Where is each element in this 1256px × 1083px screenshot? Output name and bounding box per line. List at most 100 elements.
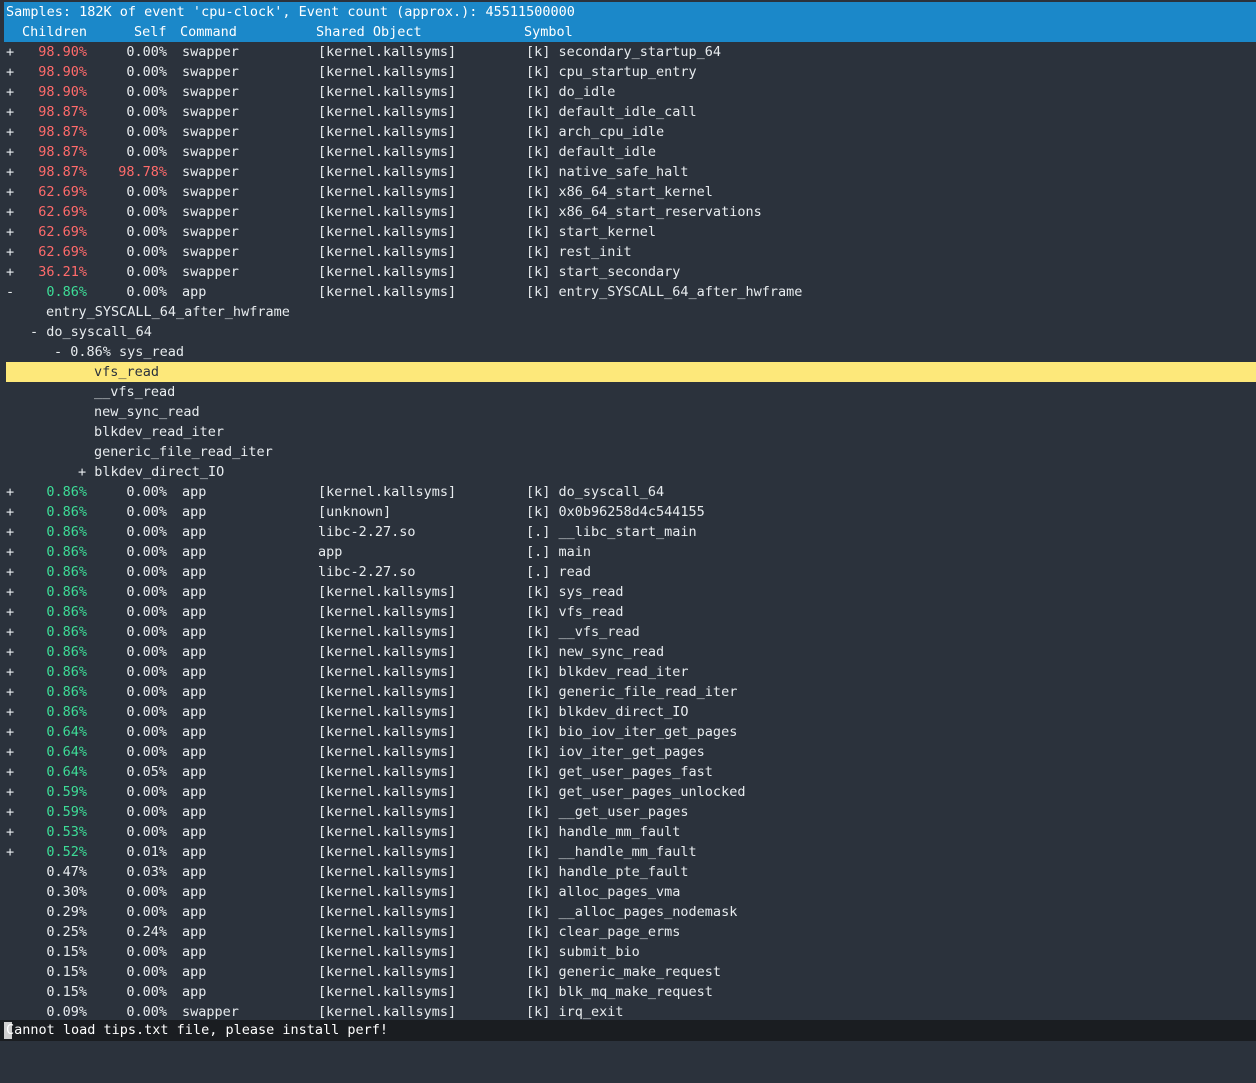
command: app [182,644,207,660]
report-row[interactable]: +0.52% 0.01% app [kernel.kallsyms] [k] __han… [0,842,1256,862]
symbol: [k] x86_64_start_kernel [526,184,713,200]
report-row[interactable]: +98.87% 0.00% swapper [kernel.kallsyms] [k] … [0,102,1256,122]
command: app [182,844,207,860]
report-row[interactable]: +0.86% 0.00% app [kernel.kallsyms] [k] blkde… [0,662,1256,682]
symbol: [k] blk_mq_make_request [526,984,713,1000]
self-percent: 0.00% [126,144,167,160]
report-row[interactable]: +0.86% 0.00% app [kernel.kallsyms] [k] sys_r… [0,582,1256,602]
report-row[interactable]: +0.64% 0.05% app [kernel.kallsyms] [k] get_u… [0,762,1256,782]
callchain-node[interactable]: - 0.86% sys_read [0,342,1256,362]
shared-object: [kernel.kallsyms] [318,984,457,1000]
report-row[interactable]: +98.90% 0.00% swapper [kernel.kallsyms] [k] … [0,62,1256,82]
command: app [182,524,207,540]
callchain-node[interactable]: blkdev_read_iter [0,422,1256,442]
callchain-node[interactable]: - do_syscall_64 [0,322,1256,342]
children-percent: 0.86% [46,704,87,720]
header-self[interactable]: Self [134,22,167,42]
report-row[interactable]: +0.59% 0.00% app [kernel.kallsyms] [k] __get… [0,802,1256,822]
expand-toggle: + [6,844,15,860]
report-row[interactable]: +0.86% 0.00% app [kernel.kallsyms] [k] do_sy… [0,482,1256,502]
expand-toggle: + [6,544,15,560]
report-row[interactable]: 0.09% 0.00% swapper [kernel.kallsyms] [k] ir… [0,1002,1256,1022]
symbol: [k] generic_make_request [526,964,722,980]
report-row[interactable]: 0.29% 0.00% app [kernel.kallsyms] [k] __allo… [0,902,1256,922]
report-row[interactable]: +0.86% 0.00% app [kernel.kallsyms] [k] gener… [0,682,1256,702]
report-row[interactable]: - 0.86% 0.00% app [kernel.kallsyms] [k] entry… [0,282,1256,302]
shared-object: [kernel.kallsyms] [318,104,457,120]
expand-toggle: + [6,604,15,620]
report-row[interactable]: +0.86% 0.00% app libc-2.27.so [.] read [0,562,1256,582]
report-row[interactable]: +62.69% 0.00% swapper [kernel.kallsyms] [k] … [0,222,1256,242]
command: app [182,764,207,780]
report-row[interactable]: 0.47% 0.03% app [kernel.kallsyms] [k] handle… [0,862,1256,882]
shared-object: [kernel.kallsyms] [318,764,457,780]
symbol: [k] sys_read [526,584,624,600]
callchain-node-selected[interactable]: vfs_read [6,362,1256,382]
report-row[interactable]: +0.86% 0.00% app [kernel.kallsyms] [k] vfs_r… [0,602,1256,622]
self-percent: 0.00% [126,784,167,800]
self-percent: 0.01% [126,844,167,860]
self-percent: 0.00% [126,724,167,740]
children-percent: 62.69% [38,204,87,220]
report-row[interactable]: +0.64% 0.00% app [kernel.kallsyms] [k] iov_i… [0,742,1256,762]
self-percent: 0.00% [126,964,167,980]
symbol: [k] irq_exit [526,1004,624,1020]
report-row[interactable]: 0.30% 0.00% app [kernel.kallsyms] [k] alloc_… [0,882,1256,902]
report-row[interactable]: +98.90% 0.00% swapper [kernel.kallsyms] [k] … [0,82,1256,102]
report-row[interactable]: +62.69% 0.00% swapper [kernel.kallsyms] [k] … [0,182,1256,202]
command: swapper [182,224,239,240]
report-row[interactable]: +0.86% 0.00% app [kernel.kallsyms] [k] __vfs… [0,622,1256,642]
report-row[interactable]: +98.90% 0.00% swapper [kernel.kallsyms] [k] … [0,42,1256,62]
report-row[interactable]: +62.69% 0.00% swapper [kernel.kallsyms] [k] … [0,202,1256,222]
children-percent: 0.64% [46,744,87,760]
symbol: [k] blkdev_direct_IO [526,704,689,720]
callchain-node[interactable]: + blkdev_direct_IO [0,462,1256,482]
report-row[interactable]: +62.69% 0.00% swapper [kernel.kallsyms] [k] … [0,242,1256,262]
shared-object: [kernel.kallsyms] [318,744,457,760]
children-percent: 0.15% [46,964,87,980]
report-row[interactable]: +0.53% 0.00% app [kernel.kallsyms] [k] handl… [0,822,1256,842]
report-row[interactable]: 0.25% 0.24% app [kernel.kallsyms] [k] clear_… [0,922,1256,942]
self-percent: 0.00% [126,484,167,500]
callchain-node[interactable]: generic_file_read_iter [0,442,1256,462]
expand-toggle: + [6,684,15,700]
callchain-node[interactable]: new_sync_read [0,402,1256,422]
header-children[interactable]: Children [22,22,87,42]
callchain-label: blkdev_read_iter [94,424,225,440]
self-percent: 0.00% [126,1004,167,1020]
report-row[interactable]: 0.15% 0.00% app [kernel.kallsyms] [k] generi… [0,962,1256,982]
report-row[interactable]: +0.86% 0.00% app [kernel.kallsyms] [k] blkde… [0,702,1256,722]
children-percent: 0.25% [46,924,87,940]
self-percent: 0.00% [126,264,167,280]
command: app [182,484,207,500]
callchain-node[interactable]: __vfs_read [0,382,1256,402]
shared-object: [kernel.kallsyms] [318,184,457,200]
report-row[interactable]: +0.86% 0.00% app app [.] main [0,542,1256,562]
self-percent: 0.00% [126,604,167,620]
expand-toggle: + [6,704,15,720]
report-row[interactable]: 0.15% 0.00% app [kernel.kallsyms] [k] blk_mq… [0,982,1256,1002]
self-percent: 0.00% [126,224,167,240]
report-row[interactable]: +0.86% 0.00% app libc-2.27.so [.] __libc_sta… [0,522,1256,542]
header-command[interactable]: Command [180,22,237,42]
callchain-node[interactable]: entry_SYSCALL_64_after_hwframe [0,302,1256,322]
children-percent: 0.86% [46,524,87,540]
children-percent: 0.86% [46,484,87,500]
symbol: [k] default_idle_call [526,104,697,120]
report-row[interactable]: +36.21% 0.00% swapper [kernel.kallsyms] [k] … [0,262,1256,282]
header-shared-object[interactable]: Shared Object [316,22,422,42]
report-row[interactable]: +98.87% 0.00% swapper [kernel.kallsyms] [k] … [0,142,1256,162]
report-row[interactable]: +98.87% 0.00% swapper [kernel.kallsyms] [k] … [0,122,1256,142]
report-row[interactable]: 0.15% 0.00% app [kernel.kallsyms] [k] submit… [0,942,1256,962]
report-row[interactable]: +98.87% 98.78% swapper [kernel.kallsyms] [k]… [0,162,1256,182]
shared-object: [kernel.kallsyms] [318,724,457,740]
report-row[interactable]: +0.59% 0.00% app [kernel.kallsyms] [k] get_u… [0,782,1256,802]
header-symbol[interactable]: Symbol [524,22,573,42]
self-percent: 0.00% [126,204,167,220]
shared-object: [kernel.kallsyms] [318,644,457,660]
report-row[interactable]: +0.86% 0.00% app [unknown] [k] 0x0b96258d4c5… [0,502,1256,522]
report-row[interactable]: +0.86% 0.00% app [kernel.kallsyms] [k] new_s… [0,642,1256,662]
report-row[interactable]: +0.64% 0.00% app [kernel.kallsyms] [k] bio_i… [0,722,1256,742]
expand-toggle: + [6,744,15,760]
expand-toggle: + [6,264,15,280]
